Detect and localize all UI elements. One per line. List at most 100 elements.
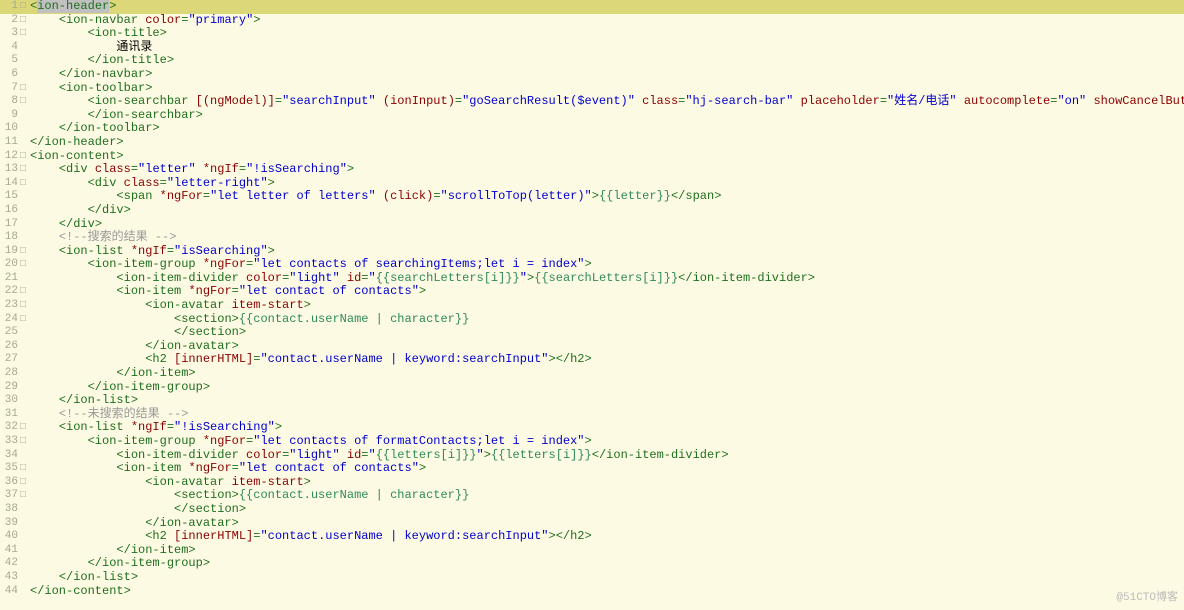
code-content[interactable]: <!--未搜索的结果 --> bbox=[30, 408, 1184, 422]
fold-marker bbox=[20, 449, 30, 463]
code-content[interactable]: </div> bbox=[30, 204, 1184, 218]
code-content[interactable]: <ion-item *ngFor="let contact of contact… bbox=[30, 462, 1184, 476]
code-line[interactable]: 10 </ion-toolbar> bbox=[0, 122, 1184, 136]
code-content[interactable]: </ion-content> bbox=[30, 585, 1184, 599]
code-line[interactable]: 35□ <ion-item *ngFor="let contact of con… bbox=[0, 462, 1184, 476]
code-line[interactable]: 5 </ion-title> bbox=[0, 54, 1184, 68]
code-content[interactable]: </ion-avatar> bbox=[30, 517, 1184, 531]
code-line[interactable]: 4 通讯录 bbox=[0, 41, 1184, 55]
line-number: 31 bbox=[0, 408, 20, 422]
code-content[interactable]: <ion-item-divider color="light" id="{{le… bbox=[30, 449, 1184, 463]
code-content[interactable]: </ion-header> bbox=[30, 136, 1184, 150]
code-content[interactable]: <div class="letter" *ngIf="!isSearching"… bbox=[30, 163, 1184, 177]
code-line[interactable]: 34 <ion-item-divider color="light" id="{… bbox=[0, 449, 1184, 463]
code-content[interactable]: </ion-toolbar> bbox=[30, 122, 1184, 136]
code-line[interactable]: 44</ion-content> bbox=[0, 585, 1184, 599]
line-number: 13 bbox=[0, 163, 20, 177]
code-line[interactable]: 40 <h2 [innerHTML]="contact.userName | k… bbox=[0, 530, 1184, 544]
code-line[interactable]: 6 </ion-navbar> bbox=[0, 68, 1184, 82]
code-content[interactable]: <ion-list *ngIf="!isSearching"> bbox=[30, 421, 1184, 435]
code-line[interactable]: 19□ <ion-list *ngIf="isSearching"> bbox=[0, 245, 1184, 259]
code-content[interactable]: <ion-avatar item-start> bbox=[30, 299, 1184, 313]
code-line[interactable]: 31 <!--未搜索的结果 --> bbox=[0, 408, 1184, 422]
code-content[interactable]: <h2 [innerHTML]="contact.userName | keyw… bbox=[30, 530, 1184, 544]
code-line[interactable]: 17 </div> bbox=[0, 218, 1184, 232]
code-line[interactable]: 26 </ion-avatar> bbox=[0, 340, 1184, 354]
code-line[interactable]: 8□ <ion-searchbar [(ngModel)]="searchInp… bbox=[0, 95, 1184, 109]
code-content[interactable]: <ion-item *ngFor="let contact of contact… bbox=[30, 285, 1184, 299]
code-content[interactable]: <ion-header> bbox=[30, 0, 1184, 14]
code-line[interactable]: 42 </ion-item-group> bbox=[0, 557, 1184, 571]
code-line[interactable]: 1□<ion-header> bbox=[0, 0, 1184, 14]
code-content[interactable]: <section>{{contact.userName | character}… bbox=[30, 313, 1184, 327]
code-content[interactable]: <section>{{contact.userName | character}… bbox=[30, 489, 1184, 503]
code-content[interactable]: </ion-title> bbox=[30, 54, 1184, 68]
code-line[interactable]: 43 </ion-list> bbox=[0, 571, 1184, 585]
code-line[interactable]: 21 <ion-item-divider color="light" id="{… bbox=[0, 272, 1184, 286]
code-line[interactable]: 25 </section> bbox=[0, 326, 1184, 340]
code-content[interactable]: </section> bbox=[30, 326, 1184, 340]
fold-marker bbox=[20, 41, 30, 55]
code-content[interactable]: </ion-item-group> bbox=[30, 557, 1184, 571]
code-content[interactable]: <span *ngFor="let letter of letters" (cl… bbox=[30, 190, 1184, 204]
code-content[interactable]: <ion-content> bbox=[30, 150, 1184, 164]
code-content[interactable]: <ion-navbar color="primary"> bbox=[30, 14, 1184, 28]
code-content[interactable]: <!--搜索的结果 --> bbox=[30, 231, 1184, 245]
line-number: 35 bbox=[0, 462, 20, 476]
code-line[interactable]: 36□ <ion-avatar item-start> bbox=[0, 476, 1184, 490]
code-line[interactable]: 22□ <ion-item *ngFor="let contact of con… bbox=[0, 285, 1184, 299]
code-line[interactable]: 37□ <section>{{contact.userName | charac… bbox=[0, 489, 1184, 503]
code-content[interactable]: <ion-searchbar [(ngModel)]="searchInput"… bbox=[30, 95, 1184, 109]
code-line[interactable]: 16 </div> bbox=[0, 204, 1184, 218]
code-content[interactable]: <ion-item-group *ngFor="let contacts of … bbox=[30, 258, 1184, 272]
code-content[interactable]: <ion-list *ngIf="isSearching"> bbox=[30, 245, 1184, 259]
code-line[interactable]: 24□ <section>{{contact.userName | charac… bbox=[0, 313, 1184, 327]
line-number: 15 bbox=[0, 190, 20, 204]
code-line[interactable]: 38 </section> bbox=[0, 503, 1184, 517]
code-content[interactable]: </ion-list> bbox=[30, 571, 1184, 585]
code-content[interactable]: 通讯录 bbox=[30, 41, 1184, 55]
code-line[interactable]: 3□ <ion-title> bbox=[0, 27, 1184, 41]
code-content[interactable]: <ion-avatar item-start> bbox=[30, 476, 1184, 490]
code-line[interactable]: 32□ <ion-list *ngIf="!isSearching"> bbox=[0, 421, 1184, 435]
code-line[interactable]: 13□ <div class="letter" *ngIf="!isSearch… bbox=[0, 163, 1184, 177]
code-line[interactable]: 11</ion-header> bbox=[0, 136, 1184, 150]
code-content[interactable]: </section> bbox=[30, 503, 1184, 517]
code-content[interactable]: </ion-item> bbox=[30, 544, 1184, 558]
code-content[interactable]: </ion-list> bbox=[30, 394, 1184, 408]
line-number: 24 bbox=[0, 313, 20, 327]
code-content[interactable]: <div class="letter-right"> bbox=[30, 177, 1184, 191]
code-content[interactable]: <ion-item-divider color="light" id="{{se… bbox=[30, 272, 1184, 286]
code-content[interactable]: </ion-item> bbox=[30, 367, 1184, 381]
code-line[interactable]: 29 </ion-item-group> bbox=[0, 381, 1184, 395]
fold-marker bbox=[20, 272, 30, 286]
code-line[interactable]: 23□ <ion-avatar item-start> bbox=[0, 299, 1184, 313]
code-line[interactable]: 15 <span *ngFor="let letter of letters" … bbox=[0, 190, 1184, 204]
code-line[interactable]: 39 </ion-avatar> bbox=[0, 517, 1184, 531]
fold-marker bbox=[20, 326, 30, 340]
code-line[interactable]: 28 </ion-item> bbox=[0, 367, 1184, 381]
line-number: 22 bbox=[0, 285, 20, 299]
code-line[interactable]: 33□ <ion-item-group *ngFor="let contacts… bbox=[0, 435, 1184, 449]
code-line[interactable]: 2□ <ion-navbar color="primary"> bbox=[0, 14, 1184, 28]
code-content[interactable]: <ion-item-group *ngFor="let contacts of … bbox=[30, 435, 1184, 449]
code-content[interactable]: <h2 [innerHTML]="contact.userName | keyw… bbox=[30, 353, 1184, 367]
code-line[interactable]: 18 <!--搜索的结果 --> bbox=[0, 231, 1184, 245]
code-line[interactable]: 12□<ion-content> bbox=[0, 150, 1184, 164]
code-content[interactable]: </ion-item-group> bbox=[30, 381, 1184, 395]
line-number: 43 bbox=[0, 571, 20, 585]
code-line[interactable]: 9 </ion-searchbar> bbox=[0, 109, 1184, 123]
code-editor[interactable]: 1□<ion-header>2□ <ion-navbar color="prim… bbox=[0, 0, 1184, 610]
code-content[interactable]: </div> bbox=[30, 218, 1184, 232]
code-line[interactable]: 14□ <div class="letter-right"> bbox=[0, 177, 1184, 191]
code-line[interactable]: 30 </ion-list> bbox=[0, 394, 1184, 408]
line-number: 39 bbox=[0, 517, 20, 531]
code-content[interactable]: <ion-title> bbox=[30, 27, 1184, 41]
code-line[interactable]: 20□ <ion-item-group *ngFor="let contacts… bbox=[0, 258, 1184, 272]
code-content[interactable]: </ion-searchbar> bbox=[30, 109, 1184, 123]
code-content[interactable]: </ion-avatar> bbox=[30, 340, 1184, 354]
code-line[interactable]: 27 <h2 [innerHTML]="contact.userName | k… bbox=[0, 353, 1184, 367]
code-content[interactable]: </ion-navbar> bbox=[30, 68, 1184, 82]
fold-marker bbox=[20, 68, 30, 82]
code-line[interactable]: 41 </ion-item> bbox=[0, 544, 1184, 558]
